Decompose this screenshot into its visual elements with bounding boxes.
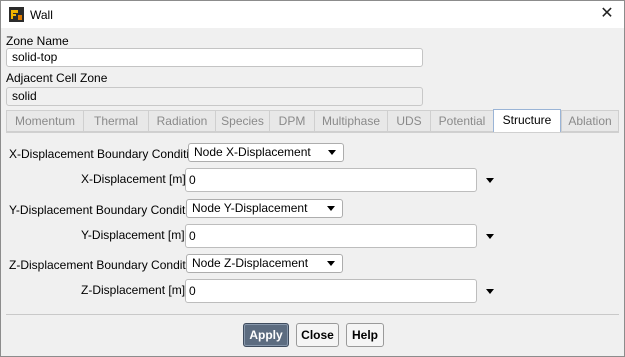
footer-divider [6,314,619,315]
adjacent-cell-zone-label: Adjacent Cell Zone [6,71,108,85]
x-displacement-label: X-Displacement [m] [81,172,186,186]
tab-thermal[interactable]: Thermal [83,110,149,132]
wall-dialog: Wall ✕ Zone Name solid-top Adjacent Cell… [0,0,625,357]
zone-name-label: Zone Name [6,34,69,48]
tab-momentum[interactable]: Momentum [6,110,84,132]
chevron-down-icon [328,150,336,155]
window-title: Wall [30,8,53,22]
y-displacement-dropdown-icon[interactable] [483,229,497,243]
chevron-down-icon [327,261,335,266]
z-displacement-dropdown-icon[interactable] [483,284,497,298]
adjacent-cell-zone-field: solid [6,87,423,106]
close-icon[interactable]: ✕ [598,5,616,23]
x-displacement-bc-value: Node X-Displacement [194,145,311,159]
z-displacement-bc-value: Node Z-Displacement [192,256,309,270]
apply-button[interactable]: Apply [243,323,289,347]
z-displacement-input[interactable]: 0 [185,279,477,303]
close-button[interactable]: Close [296,323,339,347]
tab-bar: Momentum Thermal Radiation Species DPM M… [6,109,619,132]
zone-name-input[interactable]: solid-top [6,48,423,67]
help-button[interactable]: Help [346,323,384,347]
title-bar: Wall ✕ [1,1,624,28]
tab-radiation[interactable]: Radiation [148,110,216,132]
y-displacement-bc-value: Node Y-Displacement [192,201,308,215]
ansys-fluent-icon [9,7,24,22]
tab-multiphase[interactable]: Multiphase [314,110,388,132]
y-displacement-label: Y-Displacement [m] [81,228,185,242]
z-displacement-bc-label: Z-Displacement Boundary Condition [9,258,202,272]
y-displacement-input[interactable]: 0 [185,224,477,248]
chevron-down-icon [327,206,335,211]
z-displacement-label: Z-Displacement [m] [81,283,186,297]
tab-species[interactable]: Species [215,110,270,132]
x-displacement-bc-select[interactable]: Node X-Displacement [188,143,344,162]
tab-potential[interactable]: Potential [430,110,494,132]
y-displacement-bc-label: Y-Displacement Boundary Condition [9,203,202,217]
tab-structure[interactable]: Structure [493,109,561,132]
x-displacement-input[interactable]: 0 [185,168,477,192]
tab-uds[interactable]: UDS [387,110,431,132]
x-displacement-bc-label: X-Displacement Boundary Condition [9,147,203,161]
tab-dpm[interactable]: DPM [269,110,315,132]
x-displacement-dropdown-icon[interactable] [483,173,497,187]
z-displacement-bc-select[interactable]: Node Z-Displacement [186,254,343,273]
y-displacement-bc-select[interactable]: Node Y-Displacement [186,199,343,218]
tab-ablation[interactable]: Ablation [561,110,619,132]
